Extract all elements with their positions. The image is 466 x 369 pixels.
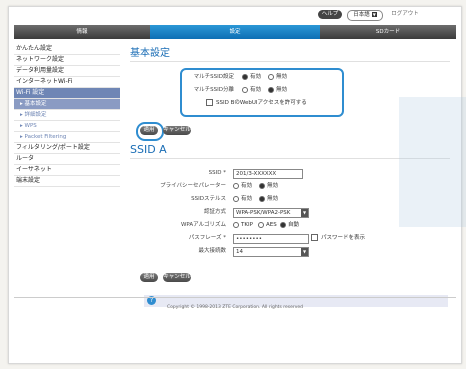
multi-ssid-row: マルチSSID設定 有効 無効 xyxy=(130,73,350,82)
sidebar-item-internet-wifi[interactable]: インターネットWi-Fi xyxy=(14,77,120,88)
footer-divider xyxy=(14,297,456,298)
radio-selected-icon xyxy=(259,195,265,202)
stealth-off-option[interactable]: 無効 xyxy=(259,195,278,204)
max-connections-value: 14 xyxy=(236,249,243,255)
auth-method-select[interactable]: WPA-PSK/WPA2-PSK ▼ xyxy=(233,208,309,218)
show-password-option[interactable]: パスワードを表示 xyxy=(311,234,365,243)
ssid-label: SSID * xyxy=(208,170,226,176)
max-connections-select[interactable]: 14 ▼ xyxy=(233,247,309,257)
max-connections-label: 最大接続数 xyxy=(198,248,226,254)
ssid-separation-row: マルチSSID分離 有効 無効 xyxy=(130,86,350,95)
auth-method-label: 認証方式 xyxy=(203,209,226,215)
radio-icon xyxy=(242,86,248,93)
radio-selected-icon xyxy=(259,182,265,189)
radio-icon xyxy=(233,182,239,189)
webui-access-row[interactable]: SSID BのWebUIアクセスを許可する xyxy=(206,99,346,108)
sidebar-item-data-usage[interactable]: データ利用量設定 xyxy=(14,66,120,77)
sidebar-item-quick-setup[interactable]: かんたん設定 xyxy=(14,44,120,55)
multi-ssid-off-option[interactable]: 無効 xyxy=(268,73,287,82)
max-connections-row: 最大接続数 14 ▼ xyxy=(130,247,450,257)
webui-access-checkbox[interactable] xyxy=(206,99,213,106)
sidebar-item-basic-settings[interactable]: ▸ 基本設定 xyxy=(14,99,120,110)
radio-selected-icon xyxy=(242,73,248,80)
chevron-down-icon: ▼ xyxy=(371,12,377,17)
tab-settings[interactable]: 設定 xyxy=(150,25,320,39)
sidebar-item-device[interactable]: 端末設定 xyxy=(14,176,120,187)
sidebar-item-filtering-port[interactable]: フィルタリング/ポート設定 xyxy=(14,143,120,154)
top-bar: ヘルプ 日本語 ▼ ログアウト xyxy=(9,7,461,23)
wpa-auto-option[interactable]: 自動 xyxy=(280,221,299,230)
ssid-stealth-label: SSIDステルス xyxy=(191,196,226,202)
router-admin-page: ヘルプ 日本語 ▼ ログアウト 情報 設定 SDカード かんたん設定 ネットワーク… xyxy=(8,6,466,364)
apply-button-bottom[interactable]: 適用 xyxy=(140,273,158,282)
sidebar-item-network[interactable]: ネットワーク設定 xyxy=(14,55,120,66)
ssid-separation-label: マルチSSID分離 xyxy=(193,87,234,93)
copyright-text: Copyright © 1998-2013 ZTE Corporation. A… xyxy=(167,305,303,310)
passphrase-label: パスフレーズ * xyxy=(188,235,226,241)
passphrase-input[interactable]: •••••••• xyxy=(233,234,309,244)
page-title: 基本設定 xyxy=(130,47,450,62)
main-nav: 情報 設定 SDカード xyxy=(14,25,456,39)
auth-method-value: WPA-PSK/WPA2-PSK xyxy=(236,210,291,216)
radio-icon xyxy=(233,195,239,202)
logout-link[interactable]: ログアウト xyxy=(386,10,424,19)
apply-button[interactable]: 適用 xyxy=(140,126,158,135)
webui-access-label: SSID BのWebUIアクセスを許可する xyxy=(216,100,307,106)
sidebar-item-router[interactable]: ルータ xyxy=(14,154,120,165)
wpa-algorithm-label: WPAアルゴリズム xyxy=(180,222,226,228)
wpa-aes-option[interactable]: AES xyxy=(258,221,277,230)
ssid-input[interactable]: 201/3-XXXXXX xyxy=(233,169,303,179)
privacy-separator-label: プライバシーセパレーター xyxy=(160,183,226,189)
radio-selected-icon xyxy=(268,86,274,93)
multi-ssid-on-option[interactable]: 有効 xyxy=(242,73,261,82)
passphrase-row: パスフレーズ * •••••••• パスワードを表示 xyxy=(130,234,450,244)
language-select[interactable]: 日本語 ▼ xyxy=(347,10,383,21)
ssid-separation-on-option[interactable]: 有効 xyxy=(242,86,261,95)
stealth-on-option[interactable]: 有効 xyxy=(233,195,252,204)
wpa-tkip-option[interactable]: TKIP xyxy=(233,221,253,230)
sidebar-item-packet-filtering[interactable]: ▸ Packet Filtering xyxy=(14,132,120,143)
tab-info[interactable]: 情報 xyxy=(14,25,150,39)
chevron-down-icon: ▼ xyxy=(301,209,308,217)
tab-sdcard[interactable]: SDカード xyxy=(320,25,456,39)
sidebar-item-wps[interactable]: ▸ WPS xyxy=(14,121,120,132)
privacy-on-option[interactable]: 有効 xyxy=(233,182,252,191)
show-password-label: パスワードを表示 xyxy=(321,235,366,241)
sidebar-item-wifi-settings[interactable]: Wi-Fi 設定 xyxy=(14,88,120,99)
background-tint xyxy=(399,97,466,227)
radio-icon xyxy=(268,73,274,80)
cancel-button-bottom[interactable]: キャンセル xyxy=(163,273,191,282)
language-label: 日本語 xyxy=(353,12,370,18)
radio-icon xyxy=(258,221,264,228)
help-button[interactable]: ヘルプ xyxy=(318,10,342,19)
privacy-off-option[interactable]: 無効 xyxy=(259,182,278,191)
chevron-down-icon: ▼ xyxy=(301,248,308,256)
sidebar: かんたん設定 ネットワーク設定 データ利用量設定 インターネットWi-Fi Wi… xyxy=(14,44,120,187)
sidebar-item-ethernet[interactable]: イーサネット xyxy=(14,165,120,176)
ssid-separation-off-option[interactable]: 無効 xyxy=(268,86,287,95)
radio-selected-icon xyxy=(280,221,286,228)
show-password-checkbox[interactable] xyxy=(311,234,318,241)
cancel-button[interactable]: キャンセル xyxy=(163,126,191,135)
sidebar-item-advanced-settings[interactable]: ▸ 詳細設定 xyxy=(14,110,120,121)
radio-icon xyxy=(233,221,239,228)
multi-ssid-label: マルチSSID設定 xyxy=(193,74,234,80)
